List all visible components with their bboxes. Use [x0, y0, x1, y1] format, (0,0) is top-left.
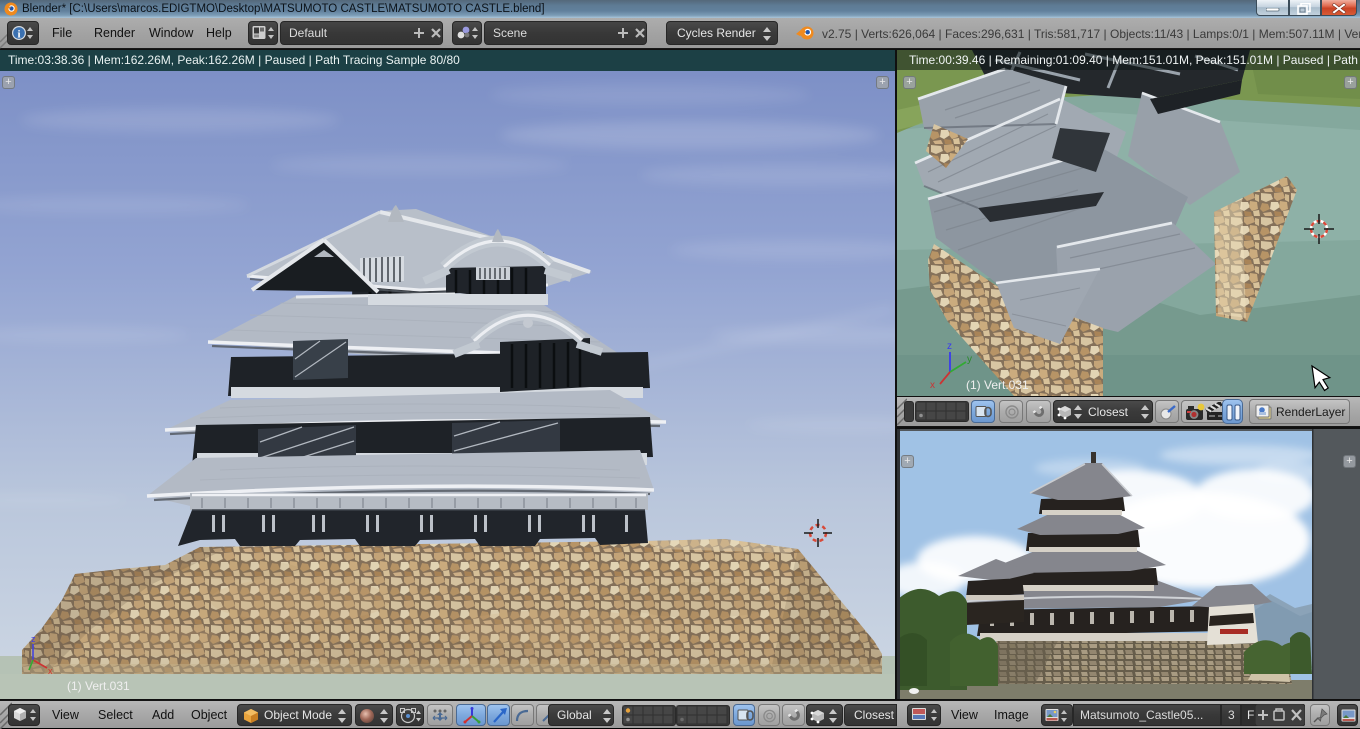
svg-text:(1) Vert.031: (1) Vert.031	[966, 378, 1029, 392]
svg-text:x: x	[930, 380, 935, 391]
svg-text:z: z	[31, 634, 36, 644]
svg-text:z: z	[947, 341, 952, 352]
svg-text:y: y	[967, 354, 972, 365]
svg-text:i: i	[17, 29, 20, 41]
svg-text:(1) Vert.031: (1) Vert.031	[67, 679, 130, 693]
svg-text:x: x	[48, 666, 53, 676]
